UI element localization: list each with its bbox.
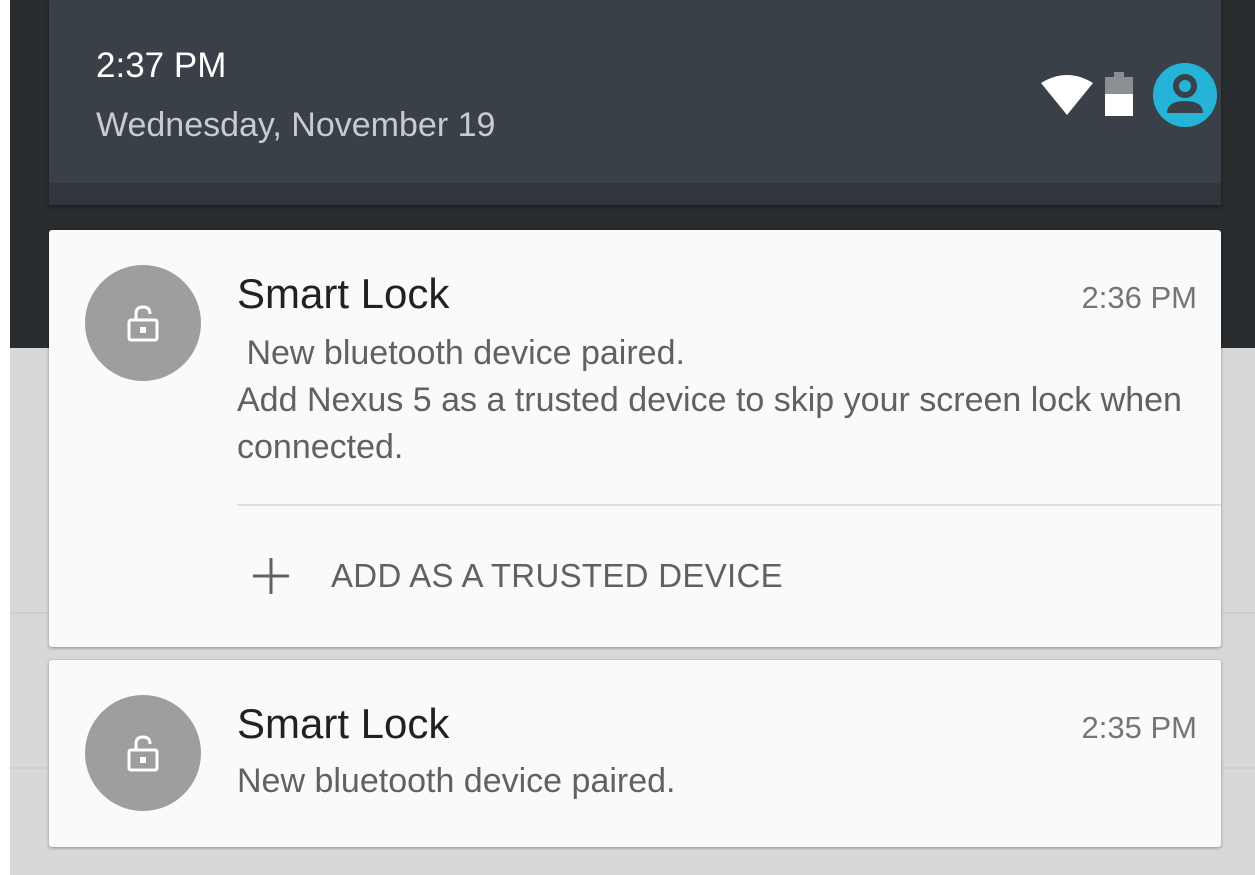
header-strip xyxy=(49,183,1221,205)
notification-card-smart-lock-1[interactable]: Smart Lock 2:36 PM New bluetooth device … xyxy=(49,230,1221,647)
notification-title: Smart Lock xyxy=(237,700,450,747)
header-date: Wednesday, November 19 xyxy=(96,106,496,144)
lock-screen: 2:37 PM Wednesday, November 19 Smart Loc… xyxy=(10,0,1255,875)
add-trusted-device-button[interactable]: ADD AS A TRUSTED DEVICE xyxy=(249,546,803,606)
card-divider xyxy=(237,504,1221,506)
smart-lock-app-icon xyxy=(85,265,201,381)
battery-icon xyxy=(1105,72,1133,116)
plus-icon xyxy=(253,558,289,594)
notification-title: Smart Lock xyxy=(237,270,450,317)
user-avatar-icon[interactable] xyxy=(1153,63,1217,127)
quick-settings-header[interactable]: 2:37 PM Wednesday, November 19 xyxy=(49,0,1221,205)
wifi-icon xyxy=(1041,75,1093,115)
smart-lock-app-icon xyxy=(85,695,201,811)
notification-line2: Add Nexus 5 as a trusted device to skip … xyxy=(237,381,1182,466)
notification-card-smart-lock-2[interactable]: Smart Lock 2:35 PM New bluetooth device … xyxy=(49,660,1221,847)
notification-time: 2:35 PM xyxy=(1081,710,1197,745)
unlocked-padlock-icon xyxy=(127,305,159,342)
add-trusted-device-label: ADD AS A TRUSTED DEVICE xyxy=(331,557,783,594)
header-clock: 2:37 PM xyxy=(96,46,227,85)
notification-time: 2:36 PM xyxy=(1081,280,1197,315)
notification-line1: New bluetooth device paired. xyxy=(237,334,685,372)
unlocked-padlock-icon xyxy=(127,735,159,772)
notification-line1: New bluetooth device paired. xyxy=(237,762,676,800)
